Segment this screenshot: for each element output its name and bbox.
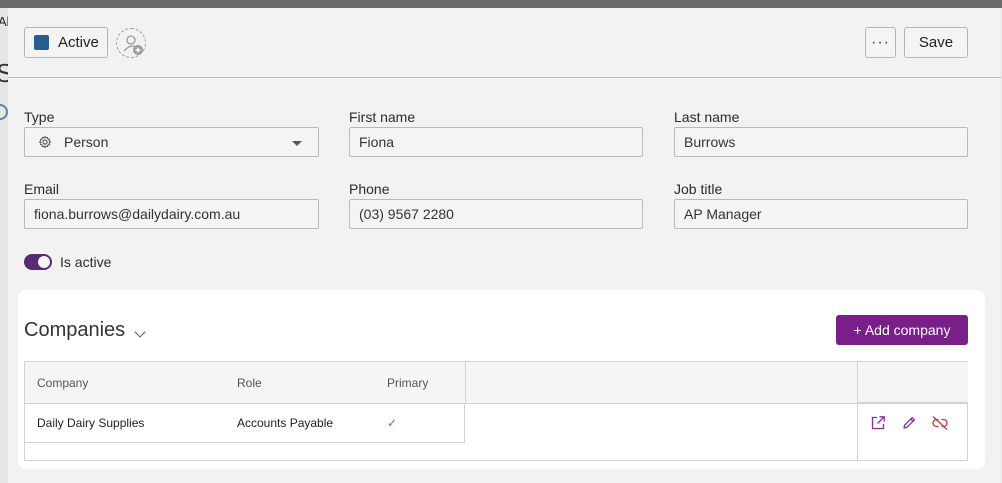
gear-icon bbox=[38, 135, 52, 149]
first-name-field[interactable]: Fiona bbox=[349, 127, 643, 157]
background-topbar bbox=[0, 0, 1002, 8]
is-active-toggle[interactable] bbox=[24, 254, 52, 270]
column-header-company[interactable]: Company bbox=[25, 362, 225, 403]
edit-pencil-icon[interactable] bbox=[901, 415, 917, 431]
last-name-label: Last name bbox=[674, 109, 740, 125]
type-value: Person bbox=[64, 134, 109, 150]
companies-table: Company Role Primary Daily Dairy Supplie… bbox=[24, 361, 968, 461]
save-button[interactable]: Save bbox=[904, 27, 968, 58]
status-label: Active bbox=[58, 34, 99, 51]
add-company-button[interactable]: + Add company bbox=[836, 315, 968, 345]
email-label: Email bbox=[24, 181, 60, 197]
row-actions bbox=[857, 362, 968, 460]
cell-company: Daily Dairy Supplies bbox=[37, 416, 145, 430]
job-title-label: Job title bbox=[674, 181, 723, 197]
companies-title: Companies bbox=[24, 319, 126, 341]
first-name-label: First name bbox=[349, 109, 416, 125]
phone-field[interactable]: (03) 9567 2280 bbox=[349, 199, 643, 229]
modal-header: Active ··· Save bbox=[8, 8, 1001, 78]
column-header-primary[interactable]: Primary bbox=[375, 362, 465, 403]
add-user-icon bbox=[123, 35, 143, 55]
primary-check-icon: ✓ bbox=[387, 416, 398, 430]
email-field[interactable]: fiona.burrows@dailydairy.com.au bbox=[24, 199, 319, 229]
background-icon bbox=[0, 104, 8, 120]
type-select[interactable]: Person bbox=[24, 127, 319, 157]
type-label: Type bbox=[24, 109, 55, 125]
open-external-icon[interactable] bbox=[870, 415, 886, 431]
chevron-down-icon[interactable] bbox=[134, 326, 146, 338]
is-active-label: Is active bbox=[60, 254, 112, 270]
toggle-knob bbox=[38, 256, 50, 268]
phone-label: Phone bbox=[349, 181, 390, 197]
job-title-field[interactable]: AP Manager bbox=[674, 199, 968, 229]
column-header-role[interactable]: Role bbox=[225, 362, 375, 403]
cell-role: Accounts Payable bbox=[237, 416, 334, 430]
last-name-field[interactable]: Burrows bbox=[674, 127, 968, 157]
actions-column-header bbox=[858, 362, 968, 403]
unlink-icon[interactable] bbox=[931, 415, 949, 431]
more-options-button[interactable]: ··· bbox=[865, 27, 896, 58]
add-user-button[interactable] bbox=[116, 28, 146, 58]
chevron-down-icon bbox=[292, 141, 302, 146]
column-header-empty bbox=[465, 362, 857, 403]
status-color-swatch bbox=[34, 35, 49, 50]
companies-section: Companies + Add company Company Role Pri… bbox=[18, 290, 985, 469]
status-button[interactable]: Active bbox=[24, 27, 108, 58]
